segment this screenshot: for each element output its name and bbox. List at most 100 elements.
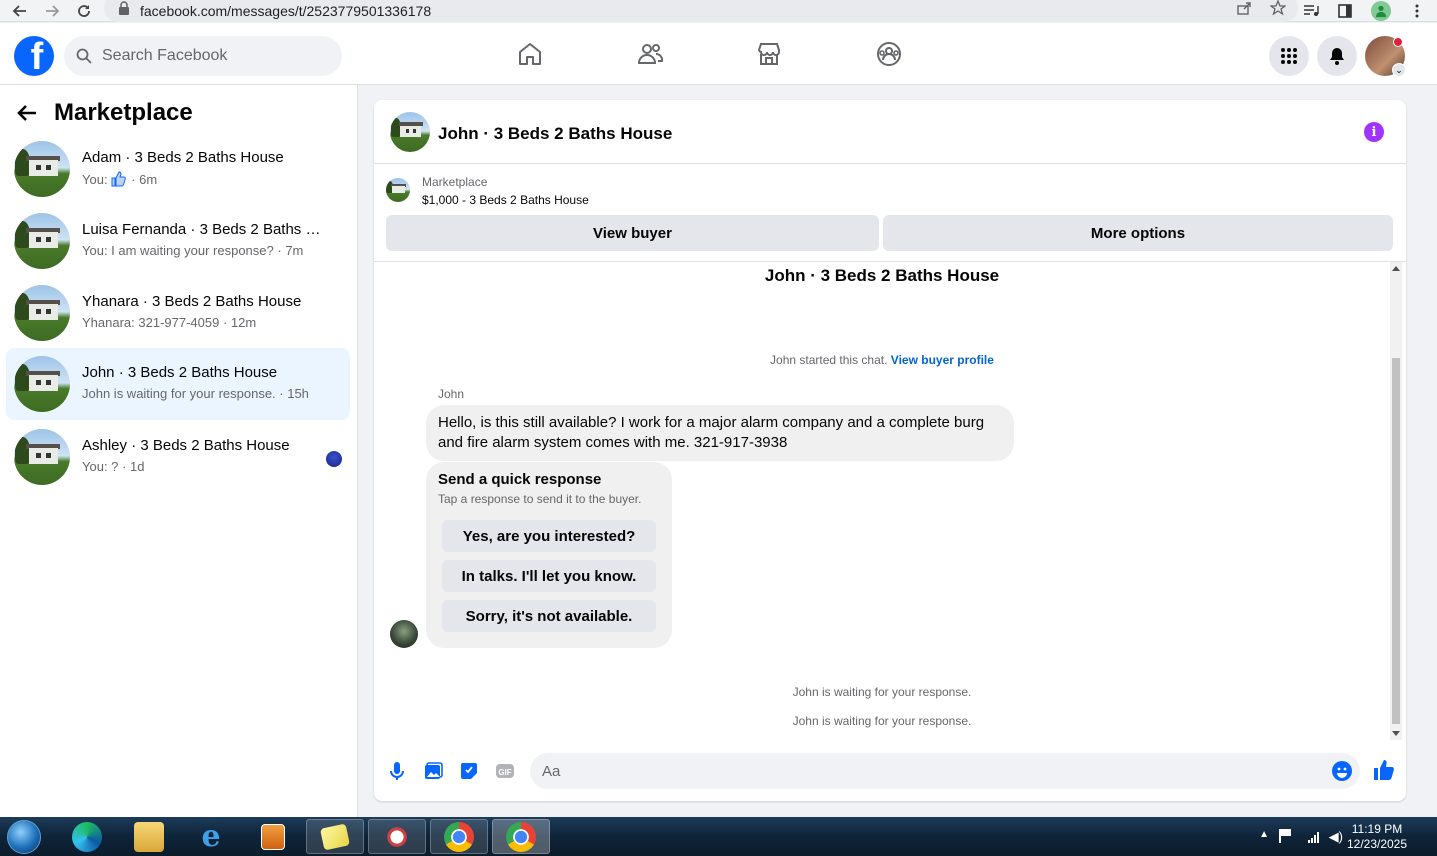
taskbar-clock[interactable]: 11:19 PM 12/23/2025 — [1337, 822, 1417, 852]
folder-icon — [134, 821, 164, 852]
notifications-button[interactable] — [1317, 36, 1357, 76]
notification-dot — [1393, 37, 1403, 47]
url-text: facebook.com/messages/t/2523779501336178 — [140, 3, 432, 19]
conversation-item-active[interactable]: John · 3 Beds 2 Baths House John is wait… — [6, 348, 350, 420]
search-input[interactable] — [102, 47, 322, 65]
view-buyer-button[interactable]: View buyer — [386, 215, 879, 251]
back-arrow-icon[interactable] — [16, 102, 38, 124]
listing-thumbnail — [14, 429, 70, 485]
edge-icon — [72, 821, 102, 852]
clock-date: 12/23/2025 — [1346, 837, 1408, 851]
message-input-box[interactable] — [530, 753, 1360, 789]
back-arrow-icon[interactable] — [4, 0, 36, 22]
facebook-logo[interactable]: f — [14, 36, 54, 76]
scroll-thumb[interactable] — [1392, 358, 1400, 724]
listing-price[interactable]: $1,000 - 3 Beds 2 Baths House — [422, 193, 589, 207]
scroll-down-arrow[interactable] — [1392, 731, 1400, 736]
preview-text: You: I am waiting your response? — [82, 243, 274, 258]
action-center-flag-icon[interactable] — [1279, 829, 1293, 843]
preview-prefix: You: — [82, 171, 108, 187]
photo-icon[interactable] — [422, 760, 444, 782]
chevron-down-icon[interactable]: ⌄ — [1392, 63, 1406, 77]
share-icon[interactable] — [1236, 0, 1252, 16]
conversation-time: 6m — [139, 171, 158, 187]
browser-profile-avatar[interactable] — [1371, 1, 1391, 21]
separator-dot: · — [127, 171, 140, 187]
windows-taskbar: e ▲ ◀) 11:19 PM 12/23/2025 — [0, 817, 1437, 856]
taskbar-ie[interactable]: e — [182, 819, 240, 854]
taskbar-sticky-notes[interactable] — [306, 819, 364, 854]
conversation-name: Yhanara · 3 Beds 2 Baths House — [82, 293, 302, 310]
conversation-time: 15h — [287, 386, 309, 401]
sidebar-title: Marketplace — [54, 99, 193, 126]
separator-dot: · — [219, 315, 231, 330]
quick-response-card: Send a quick response Tap a response to … — [426, 462, 672, 648]
taskbar-explorer[interactable] — [120, 819, 178, 854]
conversation-item[interactable]: Yhanara · 3 Beds 2 Baths House Yhanara: … — [6, 281, 350, 345]
preview-text: John is waiting for your response. — [82, 386, 276, 401]
quick-response-not-available-button[interactable]: Sorry, it's not available. — [442, 600, 656, 632]
sticker-icon[interactable] — [458, 760, 480, 782]
sticky-notes-icon — [319, 823, 351, 850]
conversation-item[interactable]: Luisa Fernanda · 3 Beds 2 Baths H... You… — [6, 209, 350, 273]
side-panel-icon[interactable] — [1337, 3, 1353, 19]
taskbar-chrome-2[interactable] — [492, 819, 550, 854]
conversation-item[interactable]: Ashley · 3 Beds 2 Baths House You: ? · 1… — [6, 425, 350, 489]
quick-response-in-talks-button[interactable]: In talks. I'll let you know. — [442, 560, 656, 592]
taskbar-snipping[interactable] — [368, 819, 426, 854]
listing-category: Marketplace — [422, 175, 488, 189]
quick-response-subtext: Tap a response to send it to the buyer. — [438, 492, 642, 506]
chat-panel: John · 3 Beds 2 Baths House i Marketplac… — [374, 100, 1406, 801]
message-scrollbar[interactable] — [1390, 262, 1402, 740]
media-control-icon[interactable] — [1303, 3, 1319, 19]
conversation-preview: You: I am waiting your response? · 7m — [82, 243, 303, 258]
facebook-header: f ⌄ — [0, 23, 1437, 85]
sender-avatar[interactable] — [390, 620, 418, 648]
lock-icon — [119, 1, 129, 15]
search-box[interactable] — [64, 36, 342, 76]
taskbar-chrome-1[interactable] — [430, 819, 488, 854]
groups-icon[interactable] — [875, 40, 903, 68]
message-bubble[interactable]: Hello, is this still available? I work f… — [426, 405, 1014, 461]
chrome-icon — [444, 821, 474, 852]
view-buyer-profile-link[interactable]: View buyer profile — [891, 353, 994, 367]
listing-thumbnail — [14, 141, 70, 197]
start-button[interactable] — [4, 817, 44, 856]
tray-expand-icon[interactable]: ▲ — [1259, 829, 1269, 840]
address-bar[interactable]: facebook.com/messages/t/2523779501336178 — [104, 0, 1298, 22]
like-thumb-icon[interactable] — [1372, 758, 1396, 782]
more-options-button[interactable]: More options — [883, 215, 1393, 251]
microphone-icon[interactable] — [386, 760, 408, 782]
search-icon — [76, 48, 92, 64]
waiting-notice: John is waiting for your response. — [792, 685, 972, 699]
gif-icon[interactable]: GIF — [494, 760, 516, 782]
conversation-time: 7m — [285, 243, 304, 258]
info-icon[interactable]: i — [1364, 122, 1384, 142]
bookmark-star-icon[interactable] — [1270, 0, 1286, 16]
quick-response-yes-button[interactable]: Yes, are you interested? — [442, 520, 656, 552]
menu-grid-button[interactable] — [1269, 36, 1309, 76]
reload-icon[interactable] — [68, 0, 100, 22]
browser-menu-icon[interactable] — [1409, 3, 1425, 19]
chat-listing-thumbnail[interactable] — [390, 112, 430, 152]
conversation-time: 12m — [230, 315, 257, 330]
message-input[interactable] — [542, 762, 1302, 780]
taskbar-media[interactable] — [244, 819, 302, 854]
svg-text:GIF: GIF — [498, 768, 511, 777]
clock-time: 11:19 PM — [1351, 822, 1403, 836]
network-signal-icon[interactable] — [1308, 831, 1319, 843]
scroll-up-arrow[interactable] — [1392, 266, 1400, 271]
separator-dot: · — [273, 243, 286, 258]
windows-logo-icon — [7, 819, 41, 854]
chat-title[interactable]: John · 3 Beds 2 Baths House — [438, 124, 672, 144]
taskbar-edge[interactable] — [58, 819, 116, 854]
emoji-icon[interactable] — [1332, 761, 1352, 781]
conversation-preview: You: ? · 1d — [82, 459, 144, 474]
home-icon[interactable] — [516, 40, 544, 68]
conversation-time: 1d — [129, 459, 145, 474]
snipping-tool-icon — [382, 821, 412, 852]
marketplace-icon[interactable] — [755, 40, 783, 68]
friends-icon[interactable] — [636, 40, 664, 68]
forward-arrow-icon[interactable] — [36, 0, 68, 22]
conversation-item[interactable]: Adam · 3 Beds 2 Baths House You: · 6m — [6, 137, 350, 201]
